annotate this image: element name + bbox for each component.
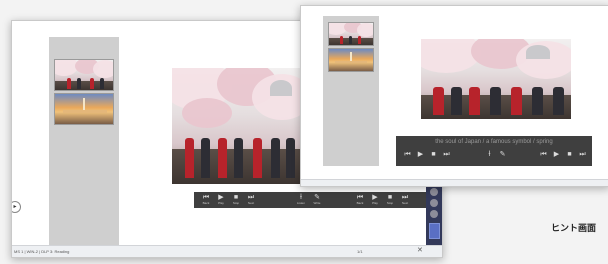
tool-button[interactable] [430,210,438,218]
stop-button-right[interactable]: ■ [564,151,575,158]
listen-button[interactable]: Ɨ Listen [294,194,308,205]
taskbar: MS 1 | WIN-2 | DLP 3: Reading 1/1 ✕ [12,245,442,257]
close-icon[interactable]: ✕ [417,247,423,255]
back-button-right[interactable]: ⏮ Back [354,194,366,205]
thumbnail-panel [49,37,119,249]
play-button[interactable]: ▶ [415,151,426,158]
back-button[interactable]: ⏮ Back [200,194,212,205]
taskbar [301,179,608,186]
listen-button[interactable]: Ɨ [484,151,495,158]
back-button[interactable]: ⏮ [402,151,413,158]
thumbnail-panel [323,16,379,166]
media-stop-icon: ■ [387,194,393,201]
thumbnail-sunset[interactable] [54,93,114,125]
main-photo [172,68,302,184]
next-button[interactable]: ⏭ [441,151,452,158]
next-button-right[interactable]: ⏭ Next [399,194,411,205]
hint-screen-caption: ヒント画面 [551,223,597,233]
page-indicator: 1/1 [357,249,363,254]
hint-sentence: the soul of Japan / a famous symbol / sp… [435,139,553,145]
stop-button-right[interactable]: ■ Stop [384,194,396,205]
media-next-icon: ⏭ [443,151,450,158]
media-stop-icon: ■ [233,194,239,201]
write-button[interactable]: ✎ Write [310,194,324,205]
media-stop-icon: ■ [567,151,572,158]
main-photo [421,39,571,119]
media-play-icon: ▶ [417,151,424,158]
play-button-right[interactable]: ▶ Play [369,194,381,205]
write-button[interactable]: ✎ [497,151,508,158]
control-bar: the soul of Japan / a famous symbol / sp… [396,136,592,166]
pen-icon: ✎ [499,151,506,158]
media-prev-icon: ⏮ [202,194,210,201]
back-button-right[interactable]: ⏮ [538,151,549,158]
media-play-icon: ▶ [218,194,224,201]
play-button-right[interactable]: ▶ [551,151,562,158]
taskbar-tabs[interactable]: MS 1 | WIN-2 | DLP 3: Reading [14,249,69,254]
arrow-right-icon[interactable]: ▸ [12,201,21,213]
pen-icon: ✎ [314,194,320,201]
listen-icon: Ɨ [488,151,491,158]
play-button[interactable]: ▶ Play [215,194,227,205]
tool-button[interactable] [430,188,438,196]
media-stop-icon: ■ [431,151,436,158]
front-window: the soul of Japan / a famous symbol / sp… [300,5,608,187]
tool-button[interactable] [429,223,440,239]
media-next-icon: ⏭ [247,194,255,201]
media-next-icon: ⏭ [401,194,409,201]
control-bar: ⏮ Back ▶ Play ■ Stop ⏭ Next Ɨ Listen ✎ W… [194,192,428,208]
listen-icon: Ɨ [300,194,302,201]
next-button-right[interactable]: ⏭ [577,151,588,158]
thumbnail-cherry-blossom[interactable] [54,59,114,91]
media-next-icon: ⏭ [579,151,586,158]
thumbnail-sunset[interactable] [328,48,374,72]
thumbnail-cherry-blossom[interactable] [328,22,374,46]
media-play-icon: ▶ [553,151,560,158]
media-prev-icon: ⏮ [540,151,547,158]
media-prev-icon: ⏮ [404,151,411,158]
tool-button[interactable] [430,199,438,207]
stop-button[interactable]: ■ Stop [230,194,242,205]
media-prev-icon: ⏮ [356,194,364,201]
media-play-icon: ▶ [372,194,378,201]
next-button[interactable]: ⏭ Next [245,194,257,205]
stop-button[interactable]: ■ [428,151,439,158]
